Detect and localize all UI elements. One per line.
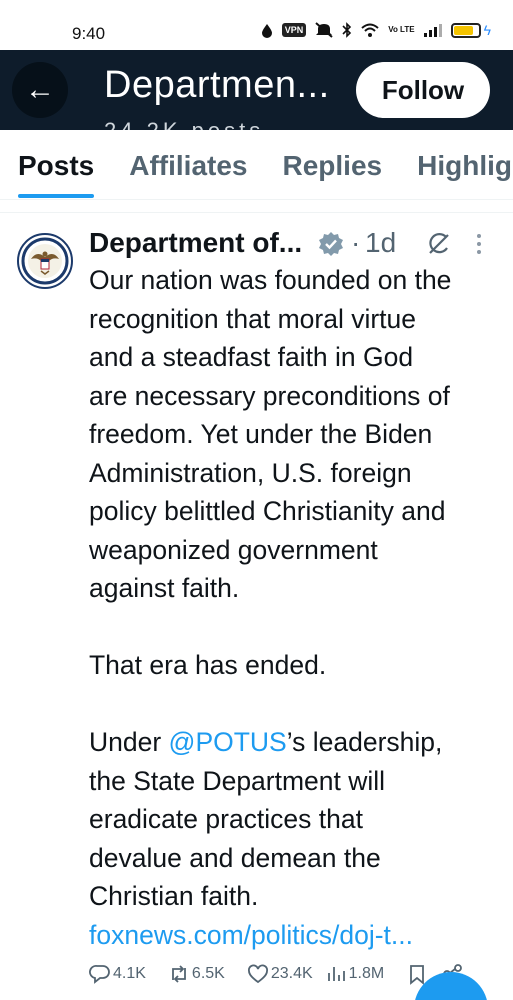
tab-affiliates[interactable]: Affiliates	[129, 130, 248, 199]
tweet-line: devalue and demean the	[89, 842, 381, 873]
reply-button[interactable]: 4.1K	[89, 963, 146, 985]
state-department-seal-icon	[20, 236, 70, 286]
tweet-line: and a steadfast faith in God	[89, 342, 414, 372]
signal-icon	[423, 23, 442, 37]
tab-replies-label: Replies	[282, 150, 383, 181]
water-drop-icon	[261, 23, 272, 38]
tweet-paragraph: That era has ended.	[89, 650, 327, 680]
avatar[interactable]	[17, 233, 73, 289]
tweet-header: Department of... · 1d	[89, 227, 499, 261]
grok-icon[interactable]	[426, 231, 452, 257]
tweet-line: the State Department will	[89, 765, 386, 796]
charging-icon: ϟ	[483, 22, 491, 38]
volte-icon: Vo LTE	[388, 25, 415, 34]
author-name[interactable]: Department of...	[89, 227, 302, 259]
tab-highlights[interactable]: Highlights	[417, 130, 513, 199]
post-count: 24.2K posts	[104, 118, 264, 130]
profile-title: Departmen...	[104, 64, 330, 106]
back-arrow-icon: ←	[25, 73, 55, 106]
status-time: 9:40	[72, 24, 106, 43]
article-link[interactable]: foxnews.com/politics/doj-t...	[89, 916, 504, 955]
tab-replies[interactable]: Replies	[282, 130, 383, 199]
reply-icon	[89, 965, 110, 984]
tweet-line: Under @POTUS’s leadership,	[89, 723, 504, 762]
bluetooth-icon	[342, 22, 352, 38]
views-count: 1.8M	[348, 965, 385, 982]
active-tab-indicator	[18, 194, 95, 198]
tab-affiliates-label: Affiliates	[129, 150, 248, 181]
follow-button[interactable]: Follow	[356, 62, 490, 118]
tweet-text-prefix: Under	[89, 727, 169, 757]
tweet-text-rest: ’s leadership,	[286, 727, 443, 757]
views-button[interactable]: 1.8M	[325, 963, 385, 985]
back-button[interactable]: ←	[12, 62, 68, 118]
repost-count: 6.5K	[191, 965, 225, 982]
repost-icon	[172, 965, 186, 983]
tab-posts-label: Posts	[18, 150, 95, 181]
views-chart-icon	[327, 967, 345, 981]
tweet-line: policy belittled Christianity and	[89, 496, 446, 526]
more-options-icon[interactable]	[474, 233, 484, 255]
tab-highlights-label: Highlights	[417, 150, 513, 181]
separator-dot: ·	[351, 227, 361, 258]
verified-badge-icon	[319, 232, 343, 256]
like-button[interactable]: 23.4K	[247, 963, 313, 985]
profile-header: ← Departmen... 24.2K posts Follow	[0, 50, 513, 130]
status-icons: VPN Vo LTE ϟ	[261, 22, 491, 38]
tweet-line: are necessary preconditions of	[89, 380, 450, 411]
like-count: 23.4K	[270, 965, 313, 982]
tweet-line: against faith.	[89, 573, 240, 603]
wifi-icon	[361, 23, 379, 37]
tab-posts[interactable]: Posts	[18, 130, 95, 199]
post-timestamp: 1d	[365, 227, 397, 258]
vpn-icon: VPN	[281, 23, 307, 37]
status-bar: 9:40 VPN Vo LTE ϟ	[0, 0, 513, 50]
battery-icon	[450, 22, 481, 38]
tweet-line: Our nation was founded on the	[89, 265, 452, 295]
tweet-line: eradicate practices that	[89, 804, 363, 834]
tweet-line: Administration, U.S. foreign	[89, 457, 412, 488]
tweet-line: Christian faith.	[89, 881, 259, 911]
tweet[interactable]: Department of... · 1d Our nation was fou…	[0, 212, 513, 1000]
profile-tabs: Posts Affiliates Replies Highlights	[0, 130, 513, 200]
reply-count: 4.1K	[113, 965, 146, 982]
heart-icon	[247, 964, 268, 984]
mention-link[interactable]: @POTUS	[169, 727, 287, 757]
repost-button[interactable]: 6.5K	[168, 963, 225, 985]
tweet-line: weaponized government	[89, 534, 378, 565]
mute-icon	[315, 22, 333, 38]
tweet-text: Our nation was founded on the recognitio…	[89, 261, 504, 954]
tweet-line: recognition that moral virtue	[89, 303, 416, 334]
tweet-line: freedom. Yet under the Biden	[89, 419, 433, 449]
